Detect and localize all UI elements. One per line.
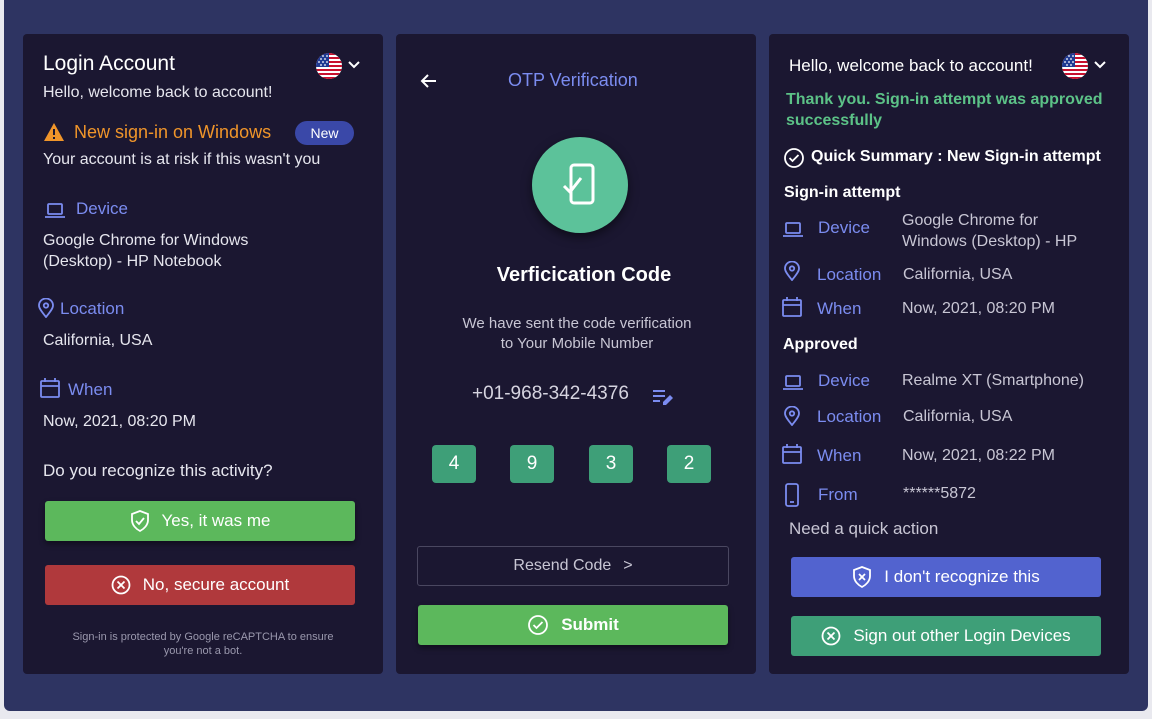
location-pin-icon	[36, 297, 56, 323]
yes-it-was-me-button[interactable]: Yes, it was me	[45, 501, 355, 541]
otp-digit-2[interactable]: 9	[510, 445, 554, 483]
close-circle-icon	[821, 626, 841, 646]
dont-recognize-label: I don't recognize this	[884, 567, 1040, 586]
approved-location-value: California, USA	[903, 408, 1013, 425]
shield-close-icon	[852, 566, 872, 589]
otp-header: OTP Verification	[508, 70, 638, 90]
no-button-label: No, secure account	[142, 575, 290, 594]
new-badge: New	[295, 121, 354, 145]
recognize-question: Do you recognize this activity?	[43, 461, 273, 480]
laptop-icon	[782, 219, 804, 244]
chevron-down-icon[interactable]	[347, 58, 361, 77]
approved-when-label: When	[817, 446, 862, 465]
approved-heading: Approved	[783, 336, 858, 353]
approved-device-label: Device	[818, 371, 870, 390]
yes-button-label: Yes, it was me	[161, 511, 271, 530]
attempt-when-label: When	[817, 299, 862, 318]
attempt-device-line2: Windows (Desktop) - HP	[902, 233, 1078, 250]
calendar-icon	[781, 296, 803, 323]
location-value: California, USA	[43, 332, 153, 349]
us-flag-icon[interactable]	[1062, 53, 1088, 79]
attempt-location-value: California, USA	[903, 266, 1013, 283]
submit-button[interactable]: Submit	[418, 605, 728, 645]
approved-when-value: Now, 2021, 08:22 PM	[902, 447, 1055, 464]
resend-code-label: Resend Code	[513, 557, 612, 574]
alert-title: New sign-in on Windows	[74, 122, 272, 142]
from-label: From	[818, 485, 858, 504]
otp-digit-3[interactable]: 3	[589, 445, 633, 483]
success-message-line2: successfully	[786, 112, 883, 129]
close-circle-icon	[111, 575, 131, 595]
recaptcha-notice-line2: you're not a bot.	[163, 645, 243, 657]
from-value: ******5872	[903, 485, 976, 502]
sign-out-devices-button[interactable]: Sign out other Login Devices	[791, 616, 1101, 656]
login-account-panel: Login Account Hello, welcome back to acc…	[23, 34, 383, 674]
laptop-icon	[43, 200, 67, 225]
verification-title: Verficication Code	[496, 264, 672, 286]
greeting: Hello, welcome back to account!	[789, 56, 1033, 75]
attempt-when-value: Now, 2021, 08:20 PM	[902, 300, 1055, 317]
phone-number: +01-968-342-4376	[472, 383, 629, 404]
attempt-device-label: Device	[818, 218, 870, 237]
approved-location-label: Location	[817, 407, 882, 426]
back-arrow-icon[interactable]	[419, 71, 439, 96]
smartphone-icon	[784, 483, 800, 512]
warning-icon	[43, 122, 65, 147]
no-secure-account-button[interactable]: No, secure account	[45, 565, 355, 605]
success-message-line1: Thank you. Sign-in attempt was approved	[786, 91, 1103, 108]
recaptcha-notice-line1: Sign-in is protected by Google reCAPTCHA…	[72, 631, 334, 643]
location-pin-icon	[782, 405, 802, 431]
device-label: Device	[76, 199, 128, 218]
sign-out-label: Sign out other Login Devices	[853, 626, 1071, 645]
shield-check-icon	[130, 510, 150, 533]
quick-action-label: Need a quick action	[789, 519, 939, 538]
check-circle-icon	[527, 614, 549, 636]
otp-verification-panel: OTP Verification Verficication Code We h…	[396, 34, 756, 674]
resend-code-button[interactable]: Resend Code >	[417, 546, 729, 586]
calendar-icon	[781, 443, 803, 470]
sign-in-summary-panel: Hello, welcome back to account! Thank yo…	[769, 34, 1129, 674]
when-label: When	[68, 380, 113, 399]
attempt-location-label: Location	[817, 265, 882, 284]
quick-summary-heading: Quick Summary : New Sign-in attempt	[811, 148, 1101, 165]
phone-check-icon	[532, 137, 628, 233]
sign-in-attempt-heading: Sign-in attempt	[784, 184, 901, 201]
chevron-down-icon[interactable]	[1093, 58, 1107, 77]
device-line2: (Desktop) - HP Notebook	[43, 253, 222, 270]
otp-digit-1[interactable]: 4	[432, 445, 476, 483]
location-pin-icon	[782, 260, 802, 286]
subtitle: Hello, welcome back to account!	[43, 84, 273, 101]
verification-message-line1: We have sent the code verification	[462, 315, 692, 332]
chevron-right-icon: >	[623, 557, 633, 574]
alert-text: Your account is at risk if this wasn't y…	[43, 151, 321, 168]
page-title: Login Account	[43, 52, 175, 75]
attempt-device-line1: Google Chrome for	[902, 212, 1039, 229]
approved-device-value: Realme XT (Smartphone)	[902, 372, 1084, 389]
location-label: Location	[60, 299, 125, 318]
us-flag-icon[interactable]	[316, 53, 342, 79]
check-circle-icon	[783, 147, 805, 174]
edit-icon[interactable]	[651, 386, 675, 413]
submit-label: Submit	[561, 615, 619, 634]
dont-recognize-button[interactable]: I don't recognize this	[791, 557, 1101, 597]
calendar-icon	[39, 377, 61, 404]
device-line1: Google Chrome for Windows	[43, 232, 249, 249]
laptop-icon	[782, 372, 804, 397]
when-value: Now, 2021, 08:20 PM	[43, 413, 196, 430]
otp-digit-4[interactable]: 2	[667, 445, 711, 483]
verification-message-line2: to Your Mobile Number	[500, 335, 654, 352]
